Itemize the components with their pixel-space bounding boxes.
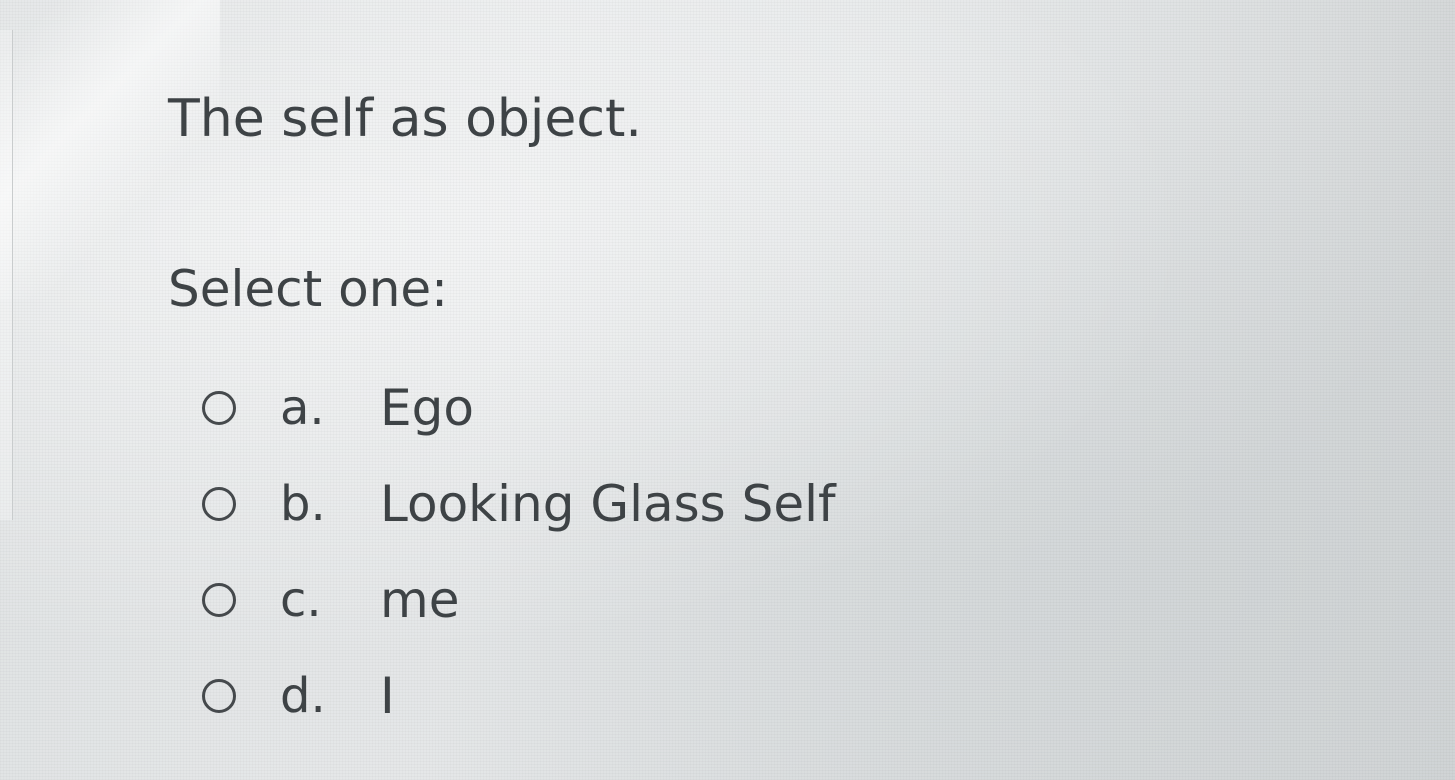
radio-button-b[interactable]: [202, 487, 236, 521]
question-card: The self as object. Select one: a. Ego b…: [168, 80, 1068, 760]
answer-options: a. Ego b. Looking Glass Self c. me d. I: [202, 360, 836, 744]
option-label-a[interactable]: Ego: [380, 378, 474, 438]
answer-option-d[interactable]: d. I: [202, 648, 836, 744]
option-label-b[interactable]: Looking Glass Self: [380, 474, 836, 534]
radio-button-c[interactable]: [202, 583, 236, 617]
left-panel-edge: [0, 30, 13, 520]
option-letter-d: d.: [280, 668, 326, 724]
answer-option-c[interactable]: c. me: [202, 552, 836, 648]
option-letter-a: a.: [280, 380, 325, 436]
option-letter-c: c.: [280, 572, 322, 628]
radio-button-a[interactable]: [202, 391, 236, 425]
option-letter-b: b.: [280, 476, 326, 532]
radio-button-d[interactable]: [202, 679, 236, 713]
question-text: The self as object.: [168, 89, 642, 149]
select-one-prompt: Select one:: [168, 260, 449, 318]
option-label-d[interactable]: I: [380, 666, 395, 726]
answer-option-b[interactable]: b. Looking Glass Self: [202, 456, 836, 552]
answer-option-a[interactable]: a. Ego: [202, 360, 836, 456]
option-label-c[interactable]: me: [380, 570, 459, 630]
